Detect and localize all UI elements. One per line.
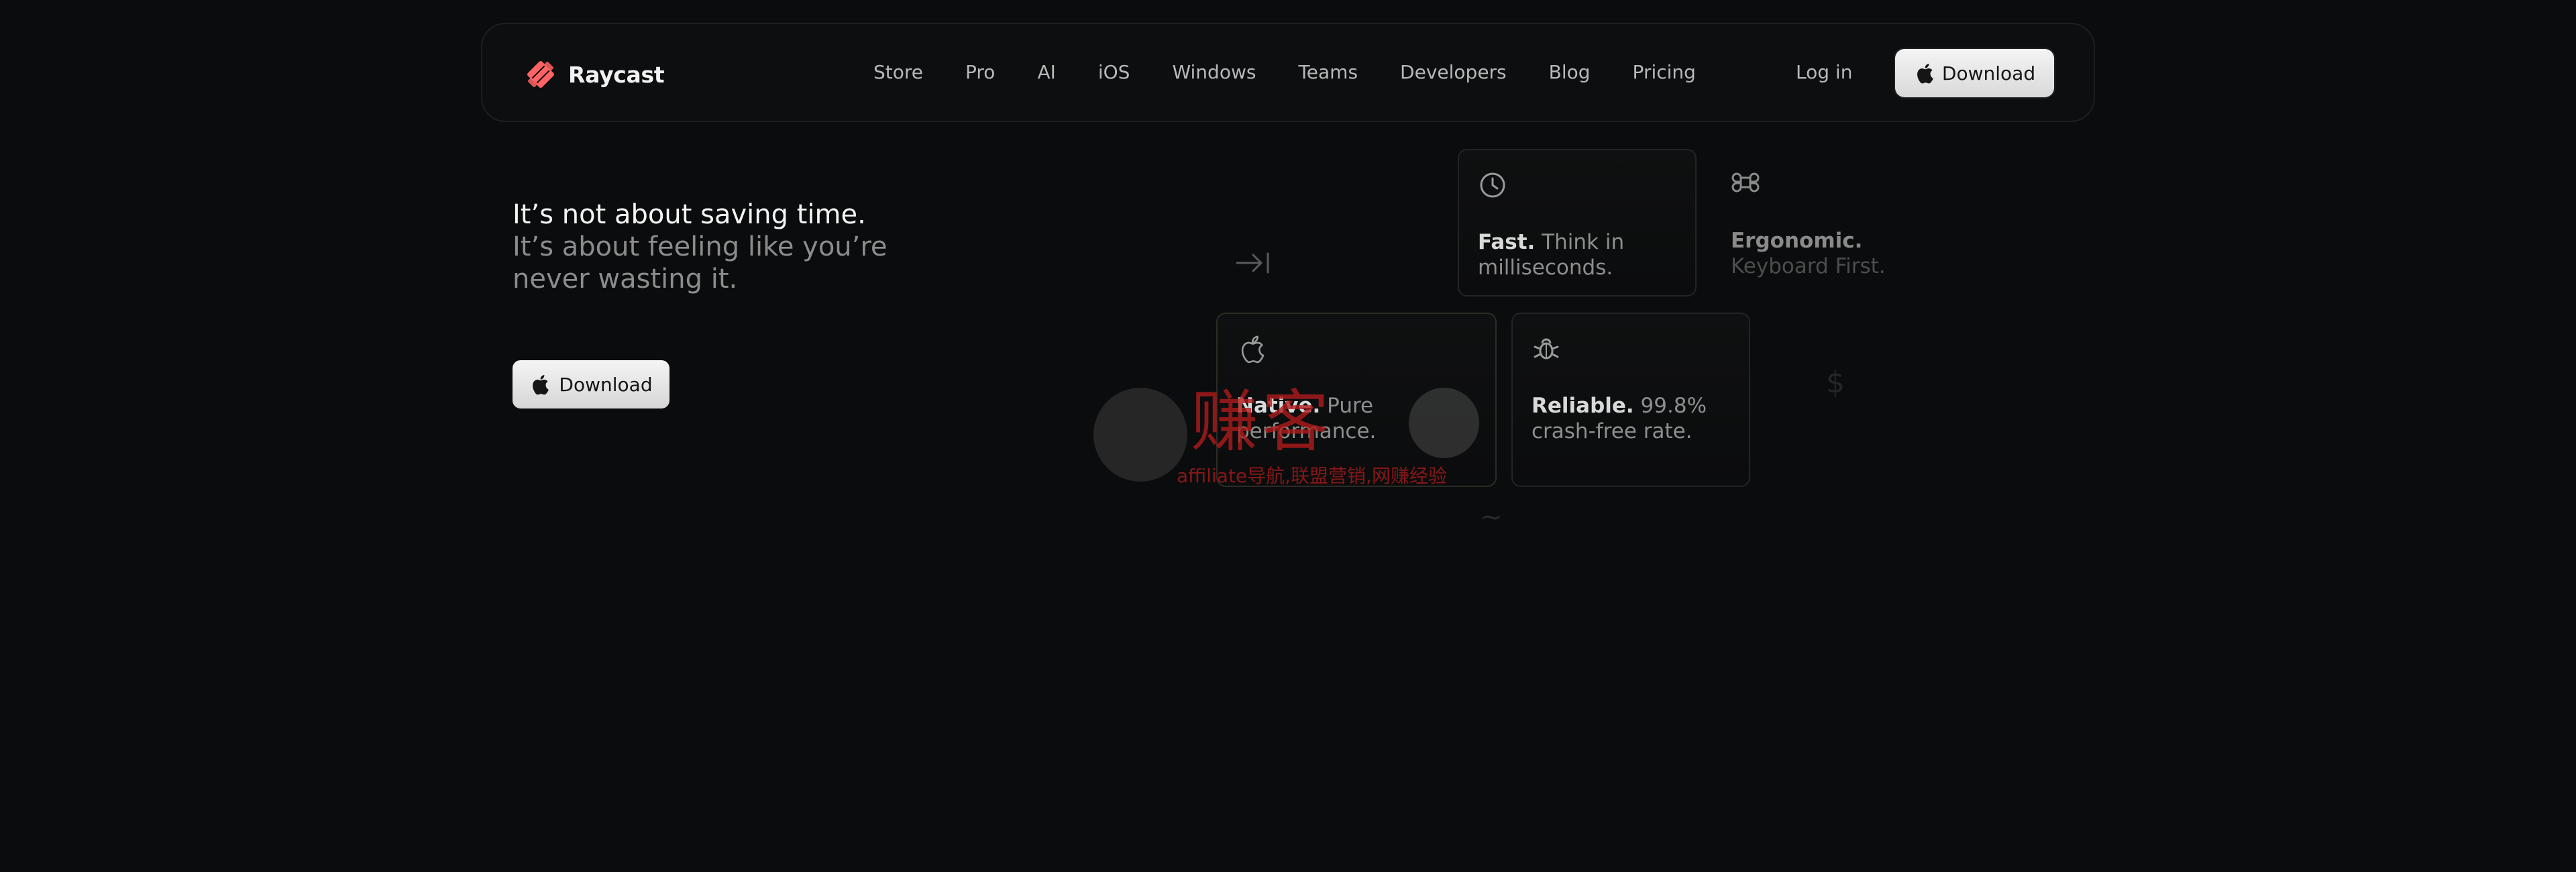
nav-item-developers[interactable]: Developers [1400, 61, 1507, 83]
raycast-logo-icon [527, 61, 554, 88]
login-link[interactable]: Log in [1796, 61, 1852, 83]
nav-item-teams[interactable]: Teams [1298, 61, 1358, 83]
top-nav: Raycast Store Pro AI iOS Windows Teams D… [481, 23, 2095, 122]
watermark: 赚客 affiliate导航,联盟营销,网赚经验 [1093, 382, 1483, 488]
nav-download-label: Download [1941, 62, 2036, 85]
feature-ergonomic-text: Ergonomic. Keyboard First. [1731, 228, 1925, 279]
command-icon [1731, 172, 1760, 193]
watermark-title: 赚客 [1191, 382, 1333, 461]
watermark-coin-right-icon [1409, 388, 1479, 458]
faded-tilde-glyph: ~ [1480, 502, 1503, 533]
nav-item-ios[interactable]: iOS [1098, 61, 1130, 83]
nav-item-windows[interactable]: Windows [1172, 61, 1256, 83]
apple-icon [533, 375, 549, 395]
hero-line-2: It’s about feeling like you’re never was… [513, 231, 888, 294]
tab-arrow-icon [1236, 252, 1269, 274]
hero-download-label: Download [559, 373, 653, 396]
apple-icon [1917, 64, 1933, 84]
main-menu: Store Pro AI iOS Windows Teams Developer… [873, 61, 1696, 83]
feature-fast-title: Fast. [1478, 230, 1536, 254]
clock-icon [1480, 172, 1505, 198]
feature-reliable-title: Reliable. [1532, 394, 1634, 418]
faded-dollar-glyph: $ [1826, 366, 1845, 400]
nav-item-ai[interactable]: AI [1037, 61, 1055, 83]
feature-ergonomic-desc: Keyboard First. [1731, 254, 1886, 278]
feature-card-ergonomic: Ergonomic. Keyboard First. [1731, 149, 1925, 283]
nav-item-blog[interactable]: Blog [1549, 61, 1591, 83]
hero-line-1: It’s not about saving time. [513, 199, 866, 230]
watermark-subtitle: affiliate导航,联盟营销,网赚经验 [1177, 465, 1447, 487]
feature-ergonomic-title: Ergonomic. [1731, 229, 1863, 253]
nav-item-store[interactable]: Store [873, 61, 923, 83]
nav-item-pricing[interactable]: Pricing [1633, 61, 1696, 83]
brand[interactable]: Raycast [524, 58, 665, 91]
bug-icon [1534, 338, 1559, 360]
watermark-coin-left-icon [1093, 388, 1187, 482]
feature-card-fast: Fast. Think in milliseconds. [1458, 149, 1697, 296]
feature-fast-text: Fast. Think in milliseconds. [1478, 229, 1695, 280]
brand-name: Raycast [568, 61, 665, 88]
hero-headline: It’s not about saving time. It’s about f… [513, 199, 942, 295]
feature-card-reliable: Reliable. 99.8% crash-free rate. [1511, 313, 1750, 487]
feature-reliable-text: Reliable. 99.8% crash-free rate. [1532, 393, 1749, 444]
apple-icon [1241, 335, 1265, 364]
nav-download-button[interactable]: Download [1895, 49, 2054, 97]
hero-download-button[interactable]: Download [513, 360, 669, 408]
nav-item-pro[interactable]: Pro [965, 61, 995, 83]
